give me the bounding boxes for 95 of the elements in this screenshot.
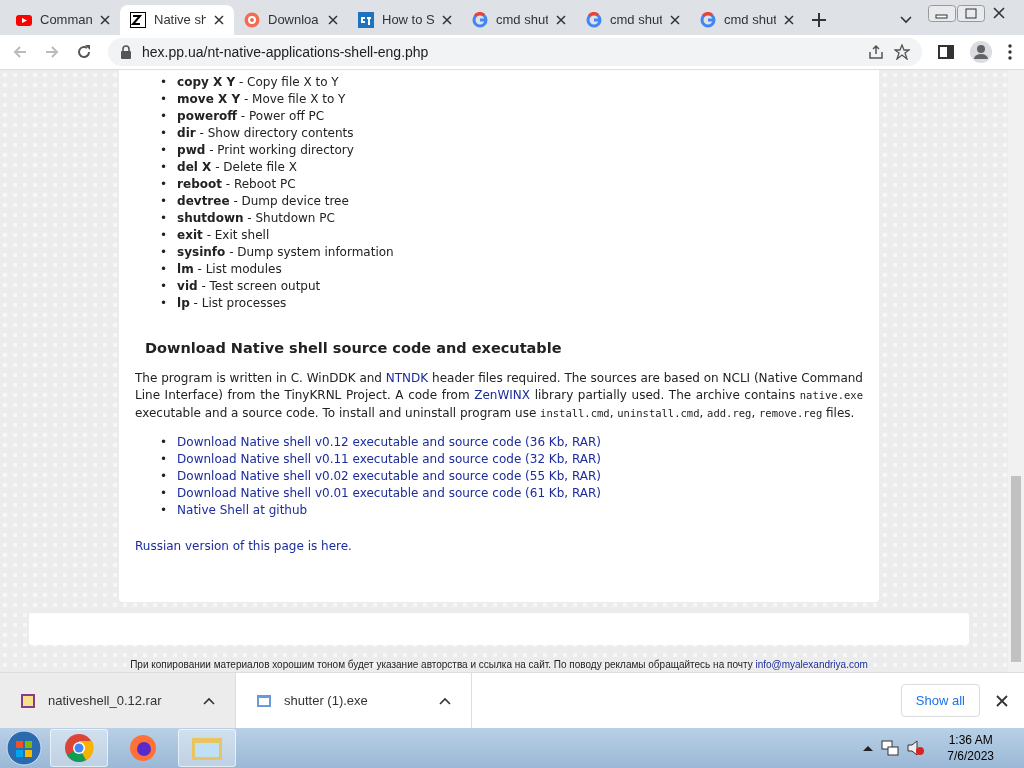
list-item: copy X Y - Copy file X to Y (177, 74, 339, 91)
new-tab-icon[interactable] (812, 13, 826, 27)
bullet: • (160, 159, 168, 176)
link[interactable]: ZenWINX (474, 388, 531, 403)
caret-icon[interactable] (203, 696, 215, 705)
clock-date: 7/6/2023 (947, 748, 994, 764)
close-icon[interactable] (670, 15, 680, 25)
address-bar[interactable]: hex.pp.ua/nt-native-applications-shell-eng.php (108, 38, 922, 66)
link[interactable]: Download Native shell v0.11 executable and source code (32 Kb, RAR) (177, 451, 602, 469)
list-item: shutdown - Shutdown PC (177, 210, 335, 227)
scrollbar-thumb[interactable] (1011, 476, 1021, 662)
bullet: • (160, 74, 168, 91)
profile-icon[interactable] (970, 41, 992, 63)
network-icon[interactable] (881, 739, 900, 757)
bullet: • (160, 142, 168, 159)
star-icon[interactable] (894, 44, 910, 60)
close-icon[interactable] (784, 15, 794, 25)
url-text: hex.pp.ua/nt-native-applications-shell-eng.php (142, 42, 430, 62)
share-icon[interactable] (868, 44, 884, 60)
chrome-icon (64, 733, 94, 763)
bullet: • (160, 193, 168, 210)
list-item: pwd - Print working directory (177, 142, 354, 159)
site-icon (700, 12, 716, 28)
list-item: exit - Exit shell (177, 227, 270, 244)
list-item: devtree - Dump device tree (177, 193, 349, 210)
download-item[interactable]: nativeshell_0.12.rar (0, 673, 236, 728)
muted-speaker-icon[interactable] (907, 739, 926, 757)
site-icon (244, 12, 260, 28)
paragraph: The program is written in C. WinDDK and NTNDK header files required. The sources are based on NCLI (Native Command Line Interface) from the TinyKRNL Project. A code from ZenWINX library partially used. The archive contains native.exe executable and a source code. To install and uninstall program use install.cmd, uninstall.cmd, add.reg, remove.reg files. (135, 369, 863, 422)
browser-tab[interactable]: Downloa (234, 5, 348, 35)
bullet: • (160, 468, 168, 486)
bullet: • (160, 295, 168, 312)
close-icon[interactable] (442, 15, 452, 25)
caret-icon[interactable] (439, 696, 451, 705)
list-item: del X - Delete file X (177, 159, 297, 176)
site-icon (130, 12, 146, 28)
lock-icon[interactable] (120, 45, 132, 59)
footer-text: При копировании материалов хорошим тоном будет указание авторства и ссылка на сайт. По поводу рекламы обращайтесь на почту (130, 659, 754, 670)
bullet: • (160, 485, 168, 503)
show-all-button[interactable]: Show all (900, 683, 980, 718)
close-icon[interactable] (100, 15, 110, 25)
bullet: • (160, 227, 168, 244)
folder-icon (191, 735, 223, 761)
firefox-icon (128, 733, 158, 763)
section-title: Download Native shell source code and executable (145, 339, 563, 358)
email-link[interactable]: info@myalexandriya.com (755, 659, 868, 670)
scrollbar[interactable] (1008, 70, 1024, 672)
list-item: sysinfo - Dump system information (177, 244, 394, 261)
clock-time: 1:36 AM (947, 732, 994, 748)
bullet: • (160, 108, 168, 125)
bullet: • (160, 125, 168, 142)
link[interactable]: Russian version of this page is here. (135, 539, 352, 554)
file-icon (20, 692, 36, 709)
reload-icon[interactable] (76, 44, 92, 60)
list-item: lp - List processes (177, 295, 287, 312)
bullet: • (160, 91, 168, 108)
link[interactable]: Download Native shell v0.02 executable and source code (55 Kb, RAR) (177, 468, 602, 486)
bullet: • (160, 244, 168, 261)
bullet: • (160, 502, 168, 520)
file-icon (256, 692, 272, 709)
link[interactable]: NTNDK (385, 370, 429, 385)
tab-search-icon[interactable] (900, 16, 912, 24)
browser-tab[interactable]: How to S (348, 5, 462, 35)
browser-tab[interactable]: cmd shut (462, 5, 576, 35)
list-item: poweroff - Power off PC (177, 108, 325, 125)
site-icon (586, 12, 602, 28)
bullet: • (160, 434, 168, 452)
close-icon[interactable] (996, 695, 1008, 708)
bullet: • (160, 261, 168, 278)
browser-tab[interactable]: cmd shut (576, 5, 690, 35)
close-icon[interactable] (556, 15, 566, 25)
menu-icon[interactable] (1008, 44, 1012, 60)
site-icon (472, 12, 488, 28)
site-icon (16, 12, 32, 28)
start-button[interactable] (4, 729, 44, 767)
close-icon[interactable] (328, 15, 338, 25)
taskbar-button[interactable] (50, 729, 108, 767)
browser-tab[interactable]: cmd shut (690, 5, 804, 35)
side-panel-icon[interactable] (938, 44, 954, 60)
list-item: reboot - Reboot PC (177, 176, 296, 193)
browser-tab[interactable]: Comman (6, 5, 120, 35)
list-item: dir - Show directory contents (177, 125, 354, 142)
bullet: • (160, 176, 168, 193)
bullet: • (160, 210, 168, 227)
link[interactable]: Download Native shell v0.01 executable and source code (61 Kb, RAR) (177, 485, 602, 503)
bullet: • (160, 278, 168, 295)
list-item: vid - Test screen output (177, 278, 321, 295)
tray-arrow-icon[interactable] (863, 744, 874, 752)
link[interactable]: Native Shell at github (177, 502, 308, 520)
list-item: lm - List modules (177, 261, 282, 278)
list-item: move X Y - Move file X to Y (177, 91, 346, 108)
link[interactable]: Download Native shell v0.12 executable and source code (36 Kb, RAR) (177, 434, 602, 452)
bullet: • (160, 451, 168, 469)
site-icon (358, 12, 374, 28)
close-icon[interactable] (214, 15, 224, 25)
